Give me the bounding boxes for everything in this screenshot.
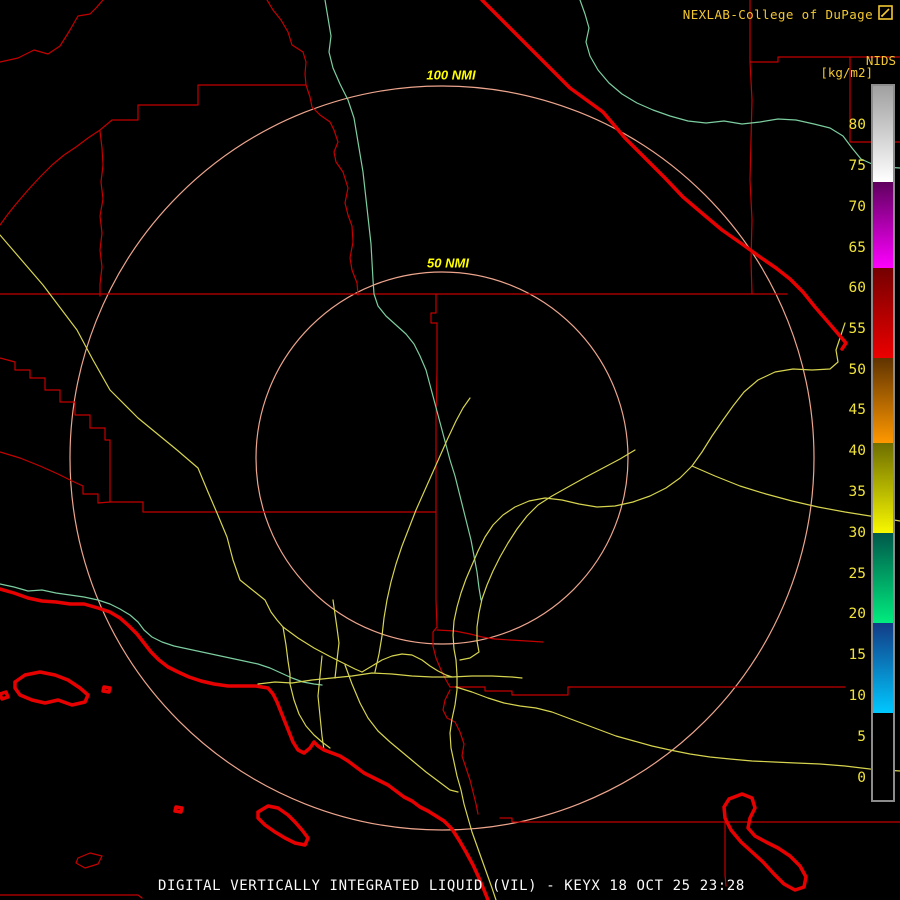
colorbar-band [873, 533, 893, 623]
county-lines-line [432, 511, 451, 688]
colorbar-tick-label: 55 [848, 321, 866, 337]
colorbar-tick-label: 50 [848, 362, 866, 378]
highways-line [282, 626, 363, 673]
colorbar-tick-label: 10 [848, 688, 866, 704]
colorbar-tick-label: 25 [848, 566, 866, 582]
interstates-coastline-line [722, 792, 808, 892]
colorbar-tick-label: 45 [848, 402, 866, 418]
colorbar-tick-label: 80 [848, 117, 866, 133]
colorbar-tick-label: 65 [848, 240, 866, 256]
colorbar-band [873, 623, 893, 713]
range-ring-label: 100 NMI [422, 67, 480, 83]
interstates-coastline-layer [0, 0, 848, 900]
colorbar-tick-label: 30 [848, 525, 866, 541]
highways-layer [0, 234, 900, 900]
county-lines-line [0, 0, 307, 226]
external-link-icon [878, 5, 893, 23]
colorbar-band [873, 358, 893, 443]
colorbar-tick-label: 20 [848, 606, 866, 622]
county-lines-line [75, 852, 103, 869]
county-lines-line [442, 689, 479, 815]
county-lines-line [0, 0, 104, 63]
colorbar-band [873, 268, 893, 358]
colorbar-tick-label: 70 [848, 199, 866, 215]
interstates-coastline-line [0, 690, 10, 701]
highways-line [459, 449, 636, 661]
colorbar-tick-label: 60 [848, 280, 866, 296]
colorbar [871, 84, 895, 802]
colorbar-band [873, 443, 893, 533]
highways-line [257, 672, 523, 685]
county-lines-line [305, 84, 359, 296]
rivers-line [0, 583, 323, 686]
county-lines-line [0, 357, 437, 513]
county-lines-line [430, 293, 438, 513]
interstates-coastline-line [0, 587, 490, 900]
highways-line [317, 655, 325, 751]
rivers-line [324, 0, 482, 601]
colorbar-tick-label: 5 [857, 729, 866, 745]
interstates-coastline-line [256, 804, 310, 847]
county-lines-layer [0, 0, 900, 899]
county-lines-line [449, 686, 846, 696]
interstates-coastline-line [173, 805, 184, 814]
product-title: DIGITAL VERTICALLY INTEGRATED LIQUID (VI… [158, 878, 745, 894]
interstates-coastline-line [101, 685, 112, 694]
colorbar-tick-label: 15 [848, 647, 866, 663]
highways-line [452, 322, 846, 661]
colorbar-tick-label: 75 [848, 158, 866, 174]
colorbar-band [873, 86, 893, 182]
interstates-coastline-line [480, 0, 848, 351]
radar-display: NEXLAB-College of DuPage NIDS [kg/m2] DI… [0, 0, 900, 900]
radar-map-svg [0, 0, 900, 900]
colorbar-band [873, 713, 893, 800]
range-ring [69, 85, 815, 831]
units-label: [kg/m2] [820, 65, 873, 80]
interstates-coastline-line [13, 670, 90, 707]
county-lines-line [0, 451, 111, 504]
county-lines-line [99, 130, 104, 297]
range-ring-label: 50 NMI [423, 255, 473, 271]
county-lines-line [0, 894, 143, 899]
county-lines-line [499, 817, 900, 823]
brand-label: NEXLAB-College of DuPage [682, 6, 873, 22]
colorbar-tick-label: 40 [848, 443, 866, 459]
colorbar-band [873, 182, 893, 268]
highways-line [289, 683, 331, 749]
range-ring [255, 271, 629, 645]
rivers-layer [0, 0, 900, 686]
highways-line [691, 465, 900, 522]
header: NEXLAB-College of DuPage [683, 5, 893, 23]
county-lines-line [724, 821, 727, 887]
colorbar-tick-label: 0 [857, 770, 866, 786]
highways-line [455, 686, 900, 772]
colorbar-tick-label: 35 [848, 484, 866, 500]
